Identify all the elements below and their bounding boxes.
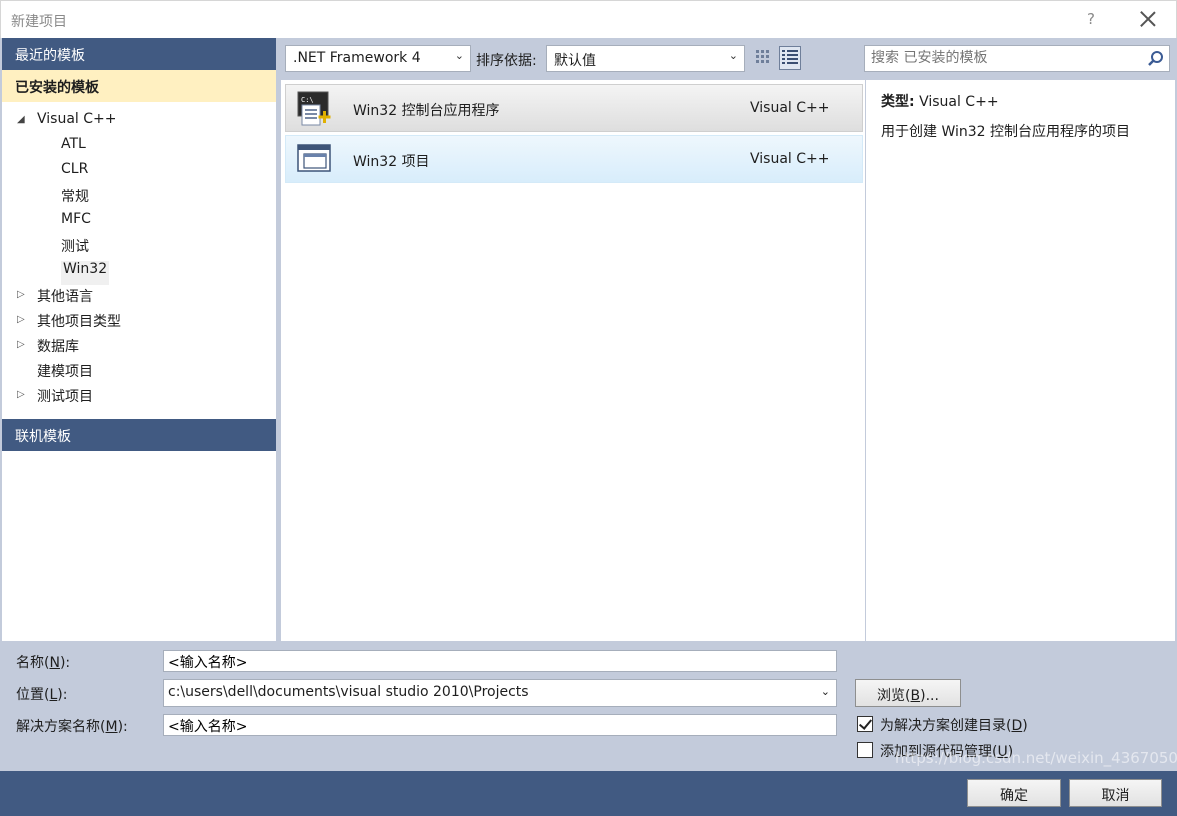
sort-label: 排序依据: bbox=[476, 53, 537, 69]
tree-item-label: 常规 bbox=[61, 189, 89, 205]
framework-value: .NET Framework 4 bbox=[293, 50, 421, 66]
tree-item[interactable]: ▷ 其他语言 bbox=[17, 286, 93, 310]
location-label: 位置(L): bbox=[16, 687, 68, 703]
location-value: c:\users\dell\documents\visual studio 20… bbox=[168, 684, 529, 700]
tree-item-label: ATL bbox=[61, 136, 86, 152]
svg-text:C:\: C:\ bbox=[301, 96, 314, 104]
template-search[interactable] bbox=[864, 45, 1170, 72]
name-field[interactable] bbox=[163, 650, 837, 672]
list-item[interactable]: Win32 项目 Visual C++ bbox=[285, 135, 863, 183]
tree-item-label: 测试项目 bbox=[37, 389, 93, 405]
expanded-arrow-icon[interactable]: ◢ bbox=[17, 114, 25, 125]
solution-name-label: 解决方案名称(M): bbox=[16, 719, 128, 735]
close-icon[interactable] bbox=[1137, 8, 1159, 30]
collapsed-arrow-icon[interactable]: ▷ bbox=[17, 389, 25, 400]
help-button[interactable]: ? bbox=[1084, 10, 1098, 28]
tree-item-label: 测试 bbox=[61, 239, 89, 255]
tree-item[interactable]: Win32 bbox=[61, 261, 110, 285]
console-app-icon: C:\ bbox=[296, 91, 334, 127]
location-field[interactable]: c:\users\dell\documents\visual studio 20… bbox=[163, 679, 837, 707]
title-bar: 新建项目 ? bbox=[0, 0, 1177, 38]
tree-item-label: Win32 bbox=[63, 261, 108, 277]
tree-item[interactable]: 常规 bbox=[61, 186, 89, 210]
installed-templates-header[interactable]: 已安装的模板 bbox=[2, 70, 276, 102]
template-name: Win32 控制台应用程序 bbox=[353, 103, 500, 119]
watermark: https://blog.csdn.net/weixin_43670508 bbox=[895, 749, 1177, 767]
create-directory-checkbox[interactable] bbox=[857, 716, 873, 732]
tree-item-label: 数据库 bbox=[37, 339, 79, 355]
type-value: Visual C++ bbox=[919, 94, 999, 110]
tree-item[interactable]: MFC bbox=[61, 211, 91, 235]
tree-item-label: 其他语言 bbox=[37, 289, 93, 305]
template-type: 类型: Visual C++ bbox=[881, 91, 999, 111]
search-input[interactable] bbox=[865, 46, 1135, 70]
sort-select[interactable]: 默认值 ⌄ bbox=[546, 45, 745, 72]
dialog-body: 最近的模板 已安装的模板 ◢ Visual C++ ATL CLR 常规 MFC 测试 Win… bbox=[0, 38, 1177, 816]
chevron-down-icon: ⌄ bbox=[728, 49, 738, 62]
type-label: 类型: bbox=[881, 94, 915, 110]
tree-item-label: CLR bbox=[61, 161, 89, 177]
tree-item-label: 其他项目类型 bbox=[37, 314, 121, 330]
list-item[interactable]: C:\ Win32 控制台应用程序 Visual C++ bbox=[285, 84, 863, 132]
tree-item[interactable]: ▷ 测试项目 bbox=[17, 386, 93, 410]
collapsed-arrow-icon[interactable]: ▷ bbox=[17, 314, 25, 325]
list-view-icon[interactable] bbox=[779, 46, 801, 70]
template-language: Visual C++ bbox=[750, 151, 830, 167]
tree-item[interactable]: 建模项目 bbox=[37, 361, 93, 385]
ok-button[interactable]: 确定 bbox=[967, 779, 1061, 807]
framework-select[interactable]: .NET Framework 4 ⌄ bbox=[285, 45, 471, 72]
small-icons-view-icon[interactable] bbox=[754, 47, 776, 71]
collapsed-arrow-icon[interactable]: ▷ bbox=[17, 289, 25, 300]
tree-item-label: MFC bbox=[61, 211, 91, 227]
window-title: 新建项目 bbox=[11, 14, 67, 30]
tree-item[interactable]: CLR bbox=[61, 161, 88, 185]
tree-item[interactable]: ◢ Visual C++ bbox=[17, 111, 117, 135]
tree-item[interactable]: ▷ 数据库 bbox=[17, 336, 79, 360]
tree-item[interactable]: 测试 bbox=[61, 236, 89, 260]
chevron-down-icon: ⌄ bbox=[454, 49, 464, 62]
chevron-down-icon[interactable]: ⌄ bbox=[821, 685, 830, 698]
browse-button[interactable]: 浏览(B)... bbox=[855, 679, 961, 707]
tree-item[interactable]: ATL bbox=[61, 136, 86, 160]
template-details: 类型: Visual C++ 用于创建 Win32 控制台应用程序的项目 bbox=[866, 80, 1175, 641]
search-icon[interactable] bbox=[1147, 50, 1165, 68]
template-description: 用于创建 Win32 控制台应用程序的项目 bbox=[881, 124, 1131, 140]
create-directory-label[interactable]: 为解决方案创建目录(D) bbox=[880, 715, 1028, 735]
cancel-button[interactable]: 取消 bbox=[1069, 779, 1162, 807]
template-name: Win32 项目 bbox=[353, 154, 430, 170]
source-control-checkbox[interactable] bbox=[857, 742, 873, 758]
recent-templates-header[interactable]: 最近的模板 bbox=[2, 38, 276, 70]
template-language: Visual C++ bbox=[750, 100, 830, 116]
tree-item[interactable]: ▷ 其他项目类型 bbox=[17, 311, 121, 335]
sort-value: 默认值 bbox=[554, 53, 596, 69]
solution-name-field[interactable] bbox=[163, 714, 837, 736]
tree-item-label: Visual C++ bbox=[37, 111, 117, 127]
name-label: 名称(N): bbox=[16, 655, 71, 671]
collapsed-arrow-icon[interactable]: ▷ bbox=[17, 339, 25, 350]
template-list: C:\ Win32 控制台应用程序 Visual C++ Win32 项目 Vi… bbox=[281, 80, 865, 641]
tree-item-label: 建模项目 bbox=[37, 364, 93, 380]
template-navigation: 最近的模板 已安装的模板 ◢ Visual C++ ATL CLR 常规 MFC 测试 Win… bbox=[2, 38, 276, 641]
online-templates-header[interactable]: 联机模板 bbox=[2, 419, 276, 451]
win32-window-icon bbox=[296, 142, 334, 178]
